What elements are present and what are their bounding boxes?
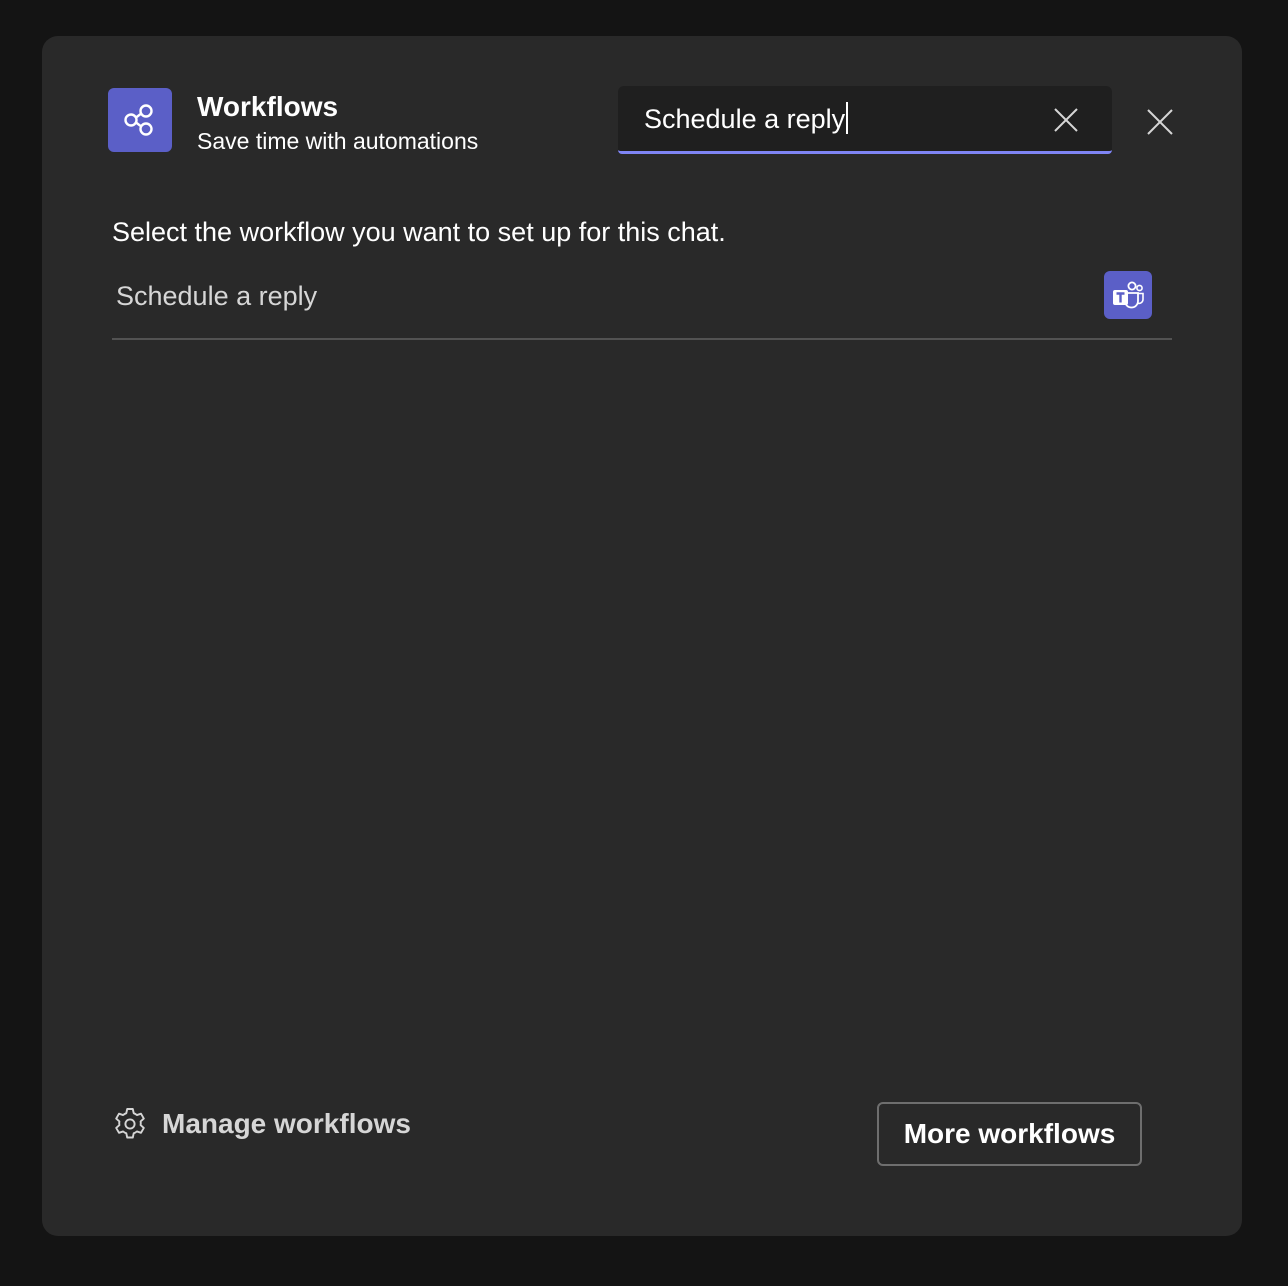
teams-logo-icon xyxy=(1113,281,1144,309)
app-subtitle: Save time with automations xyxy=(197,128,479,154)
instruction-text: Select the workflow you want to set up f… xyxy=(112,217,726,247)
more-workflows-button[interactable]: More workflows xyxy=(877,1102,1142,1166)
workflow-item-label: Schedule a reply xyxy=(116,281,318,311)
clear-icon xyxy=(1054,108,1078,132)
workflow-item-schedule-a-reply[interactable]: Schedule a reply xyxy=(112,264,1172,340)
manage-workflows-label: Manage workflows xyxy=(162,1108,411,1139)
workflows-app-icon xyxy=(108,88,172,152)
app-title: Workflows xyxy=(197,91,339,122)
clear-search-button[interactable] xyxy=(1050,104,1082,136)
text-caret xyxy=(846,102,849,134)
microsoft-teams-icon xyxy=(1104,271,1152,319)
search-input[interactable]: Schedule a reply xyxy=(618,86,1112,154)
workflows-dialog: Workflows Save time with automations Sch… xyxy=(42,36,1242,1236)
share-nodes-icon xyxy=(124,104,153,136)
close-dialog-button[interactable] xyxy=(1142,104,1178,140)
gear-icon xyxy=(115,1108,145,1139)
search-input-text: Schedule a reply xyxy=(644,104,846,134)
manage-workflows-link[interactable]: Manage workflows xyxy=(112,1104,411,1144)
close-icon xyxy=(1147,109,1173,135)
search-input-value[interactable]: Schedule a reply xyxy=(644,102,849,136)
